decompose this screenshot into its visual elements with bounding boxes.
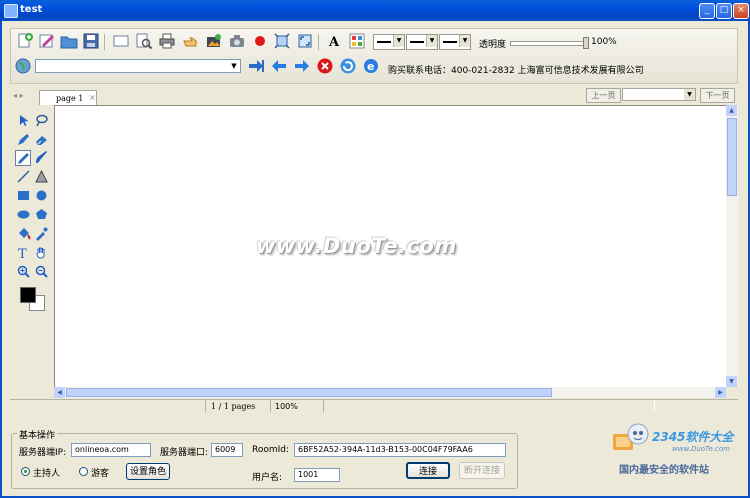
role-guest-radio[interactable] <box>79 467 88 476</box>
opacity-slider-track[interactable] <box>510 41 588 46</box>
minimize-button[interactable]: _ <box>699 3 715 19</box>
brush-icon[interactable] <box>34 150 49 165</box>
server-port-label: 服务器端口: <box>160 448 209 458</box>
page-select[interactable]: ▼ <box>622 88 696 101</box>
open-folder-icon[interactable] <box>60 32 78 50</box>
status-zoom: 100% <box>275 402 298 411</box>
url-input[interactable]: ▼ <box>35 59 241 73</box>
opacity-value: 100% <box>591 37 617 47</box>
toolbar-separator <box>318 34 319 50</box>
brand-mascot-logo <box>611 420 649 454</box>
role-host-label[interactable]: 主持人 <box>33 466 60 479</box>
rectangle-icon[interactable] <box>16 188 31 203</box>
brand-slogan: 国内最安全的软件站 <box>619 465 709 476</box>
forward-arrow-icon[interactable] <box>293 57 311 75</box>
fit-page-icon[interactable] <box>273 32 291 50</box>
server-ip-input[interactable]: onlineoa.com <box>71 443 151 457</box>
svg-text:T: T <box>18 247 27 260</box>
watermark-text: www.DuoTe.com <box>256 234 457 258</box>
pen-icon[interactable] <box>16 132 31 147</box>
tab-close-icon[interactable]: × <box>89 93 96 102</box>
toolbar-separator <box>104 34 105 50</box>
refresh-icon[interactable] <box>339 57 357 75</box>
triangle-icon[interactable] <box>34 169 49 184</box>
zoom-in-icon[interactable] <box>16 264 31 279</box>
brand-name: 2345软件大全 <box>652 430 734 444</box>
globe-icon <box>14 57 32 75</box>
scroll-up-icon[interactable]: ▲ <box>726 105 737 116</box>
edit-page-icon[interactable] <box>38 32 56 50</box>
connect-button[interactable]: 连接 <box>406 462 450 479</box>
preview-icon[interactable] <box>135 32 153 50</box>
title-bar <box>0 0 750 21</box>
tab-label: page 1 <box>56 94 84 103</box>
room-id-label: RoomId: <box>252 445 290 455</box>
chevron-down-icon[interactable]: ▼ <box>228 60 240 72</box>
maximize-button[interactable]: □ <box>716 3 732 19</box>
role-guest-label[interactable]: 游客 <box>91 466 109 479</box>
group-title: 基本操作 <box>17 428 58 441</box>
window-title: test <box>20 4 43 15</box>
print-icon[interactable] <box>158 32 176 50</box>
pencil-icon[interactable] <box>15 150 31 166</box>
chevron-down-icon: ▼ <box>684 89 695 100</box>
text-tool-icon[interactable]: T <box>16 245 31 262</box>
line-tool-icon[interactable] <box>16 169 31 184</box>
svg-text:A: A <box>328 35 340 50</box>
close-window-button[interactable]: × <box>733 3 749 19</box>
select-arrow-icon[interactable] <box>16 113 31 128</box>
contact-info: 购买联系电话：400-021-2832 上海富可信息技术发展有限公司 <box>388 66 644 76</box>
opacity-label: 透明度 <box>479 40 507 50</box>
polygon-icon[interactable] <box>34 207 49 222</box>
brand-url: www.DuoTe.com <box>672 445 730 453</box>
prev-page-button[interactable]: 上一页 <box>586 88 621 103</box>
pan-hand-icon[interactable] <box>34 245 49 260</box>
circle-icon[interactable] <box>34 188 49 203</box>
insert-image-icon[interactable] <box>205 32 223 50</box>
fill-bucket-icon[interactable] <box>16 226 31 241</box>
status-page-count: 1 / 1 pages <box>211 402 256 411</box>
horizontal-scroll-thumb[interactable] <box>66 388 552 397</box>
record-icon[interactable] <box>251 32 269 50</box>
go-icon[interactable] <box>247 57 265 75</box>
fullscreen-icon[interactable] <box>296 32 314 50</box>
screen-icon[interactable] <box>112 32 130 50</box>
username-input[interactable]: 1001 <box>294 468 340 482</box>
eraser-icon[interactable] <box>34 132 49 147</box>
server-port-input[interactable]: 6009 <box>211 443 243 457</box>
role-host-radio[interactable] <box>21 467 30 476</box>
scroll-right-icon[interactable]: ▶ <box>715 387 726 398</box>
scroll-left-icon[interactable]: ◀ <box>54 387 65 398</box>
username-label: 用户名: <box>252 473 283 483</box>
set-role-button[interactable]: 设置角色 <box>126 463 170 480</box>
lasso-icon[interactable] <box>34 113 49 128</box>
disconnect-button[interactable]: 断开连接 <box>459 462 505 479</box>
new-page-icon[interactable] <box>16 32 34 50</box>
line-end-select[interactable]: ▼ <box>439 34 471 50</box>
room-id-input[interactable]: 6BF52A52-394A-11d3-B153-00C04F79FAA6 <box>294 443 506 457</box>
svg-text:e: e <box>367 60 374 73</box>
status-cell <box>323 400 655 412</box>
foreground-color-swatch[interactable] <box>20 287 36 303</box>
line-style-select[interactable]: ▼ <box>406 34 438 50</box>
tab-scroll-arrows[interactable]: ◂ ▸ <box>13 91 24 100</box>
app-icon <box>4 4 18 18</box>
save-icon[interactable] <box>82 32 100 50</box>
zoom-out-icon[interactable] <box>34 264 49 279</box>
capture-icon[interactable] <box>228 32 246 50</box>
hand-point-icon[interactable] <box>181 32 199 50</box>
ellipse-icon[interactable] <box>16 207 31 222</box>
line-width-select[interactable]: ▼ <box>373 34 405 50</box>
scroll-down-icon[interactable]: ▼ <box>726 376 737 387</box>
eyedropper-icon[interactable] <box>34 226 49 241</box>
stop-icon[interactable] <box>316 57 334 75</box>
vertical-scroll-thumb[interactable] <box>727 118 737 196</box>
back-arrow-icon[interactable] <box>270 57 288 75</box>
browser-icon[interactable]: e <box>362 57 380 75</box>
font-icon[interactable]: A <box>325 32 343 50</box>
server-ip-label: 服务器端IP: <box>19 448 67 458</box>
color-palette-icon[interactable] <box>348 32 366 50</box>
opacity-slider-thumb[interactable] <box>583 37 589 49</box>
next-page-button[interactable]: 下一页 <box>700 88 735 103</box>
